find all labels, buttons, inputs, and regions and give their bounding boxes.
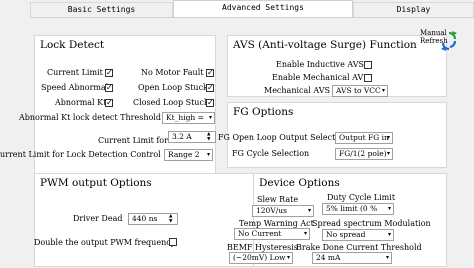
current-limit-checkbox[interactable]: ✓ bbox=[105, 69, 113, 77]
temp-warning-value: No Current bbox=[238, 229, 282, 238]
enable-inductive-avs-checkbox[interactable] bbox=[364, 61, 372, 69]
closed-loop-stuck-label: Closed Loop Stuck bbox=[133, 98, 209, 107]
current-limit-range-select[interactable]: Range 2 ▾ bbox=[164, 149, 213, 161]
enable-inductive-avs-label: Enable Inductive AVS bbox=[276, 60, 364, 69]
slew-rate-value: 120V/us bbox=[256, 206, 287, 215]
chevron-down-icon: ▾ bbox=[387, 231, 391, 238]
tab-advanced-settings[interactable]: Advanced Settings bbox=[173, 0, 353, 17]
chevron-down-icon: ▾ bbox=[386, 134, 390, 141]
spread-spectrum-label: Spread spectrum Modulation bbox=[312, 219, 431, 228]
slew-rate-label: Slew Rate bbox=[257, 195, 299, 204]
current-limit-for-lock-value: 3.2 A bbox=[172, 132, 192, 141]
chevron-down-icon: ▾ bbox=[303, 230, 307, 237]
chevron-down-icon: ▾ bbox=[286, 254, 290, 261]
fg-cycle-selection-label: FG Cycle Selection bbox=[232, 149, 310, 158]
double-pwm-frequency-checkbox[interactable] bbox=[169, 238, 177, 246]
open-loop-stuck-label: Open Loop Stuck bbox=[138, 83, 208, 92]
duty-cycle-limit-select[interactable]: 5% limit (0 % ▾ bbox=[322, 203, 394, 215]
speed-abnormal-label: Speed Abnormal bbox=[41, 83, 109, 92]
tab-display[interactable]: Display bbox=[353, 2, 474, 17]
current-limit-range-value: Range 2 bbox=[168, 150, 200, 159]
chevron-down-icon: ▾ bbox=[208, 114, 212, 121]
driver-dead-value: 440 ns bbox=[132, 214, 158, 223]
enable-mechanical-avs-checkbox[interactable] bbox=[364, 74, 372, 82]
chevron-down-icon: ▾ bbox=[206, 151, 210, 158]
current-limit-for-lock-spinbox[interactable]: 3.2 A ▲ ▼ bbox=[168, 131, 216, 143]
no-motor-fault-label: No Motor Fault bbox=[141, 68, 204, 77]
abnormal-kt-threshold-label: Abnormal Kt lock detect Threshold bbox=[19, 113, 161, 122]
closed-loop-stuck-checkbox[interactable]: ✓ bbox=[206, 99, 214, 107]
abnormal-kt-checkbox[interactable]: ✓ bbox=[105, 99, 113, 107]
abnormal-kt-threshold-select[interactable]: Kt_high = ▾ bbox=[162, 112, 215, 124]
chevron-down-icon: ▾ bbox=[387, 205, 391, 212]
refresh-icon bbox=[441, 31, 457, 51]
fg-open-loop-select-label: FG Open Loop Output Select bbox=[218, 133, 336, 142]
speed-abnormal-checkbox[interactable]: ✓ bbox=[105, 84, 113, 92]
mechanical-avs-mode-value: AVS to VCC bbox=[336, 86, 381, 95]
spread-spectrum-value: No spread bbox=[326, 230, 366, 239]
no-motor-fault-checkbox[interactable]: ✓ bbox=[206, 69, 214, 77]
fg-cycle-selection-value: FG/1(2 pole) bbox=[339, 149, 387, 158]
temp-warning-select[interactable]: No Current ▾ bbox=[234, 228, 310, 240]
brake-done-current-value: 24 mA bbox=[316, 253, 341, 262]
chevron-down-icon: ▾ bbox=[386, 150, 390, 157]
spin-arrows-icon[interactable]: ▲ ▼ bbox=[169, 214, 176, 224]
fg-open-loop-select-value: Output FG in bbox=[339, 133, 389, 142]
chevron-down-icon: ▾ bbox=[307, 207, 311, 214]
driver-dead-spinbox[interactable]: 440 ns ▲ ▼ bbox=[128, 213, 178, 225]
chevron-down-icon: ▾ bbox=[381, 87, 385, 94]
manual-refresh-button[interactable]: Manual Refresh bbox=[418, 28, 458, 54]
bemf-hysteresis-select[interactable]: (~20mV) Low ▾ bbox=[229, 252, 293, 264]
spread-spectrum-select[interactable]: No spread ▾ bbox=[322, 229, 394, 241]
mechanical-avs-mode-select[interactable]: AVS to VCC ▾ bbox=[332, 85, 388, 97]
slew-rate-select[interactable]: 120V/us ▾ bbox=[252, 205, 314, 217]
double-pwm-frequency-label: Double the output PWM frequency bbox=[34, 238, 176, 247]
bemf-hysteresis-value: (~20mV) Low bbox=[233, 253, 286, 262]
enable-mechanical-avs-label: Enable Mechanical AVS bbox=[272, 73, 369, 82]
current-limit-label: Current Limit bbox=[47, 68, 103, 77]
pwm-output-options-title: PWM output Options bbox=[40, 177, 152, 189]
abnormal-kt-label: Abnormal Kt bbox=[55, 98, 107, 107]
chevron-down-icon: ▾ bbox=[385, 254, 389, 261]
spin-arrows-icon[interactable]: ▲ ▼ bbox=[207, 132, 214, 142]
open-loop-stuck-checkbox[interactable]: ✓ bbox=[206, 84, 214, 92]
brake-done-current-select[interactable]: 24 mA ▾ bbox=[312, 252, 392, 264]
avs-title: AVS (Anti-voltage Surge) Function bbox=[233, 39, 417, 51]
advanced-settings-panel: Lock Detect Current Limit ✓ No Motor Fau… bbox=[0, 17, 474, 268]
device-options-title: Device Options bbox=[259, 177, 340, 189]
driver-dead-label: Driver Dead bbox=[73, 214, 123, 223]
current-limit-range-label: urrent Limit for Lock Detection Control bbox=[0, 150, 161, 159]
abnormal-kt-threshold-value: Kt_high = bbox=[166, 113, 204, 122]
fg-open-loop-select[interactable]: Output FG in ▾ bbox=[335, 132, 393, 144]
fg-options-title: FG Options bbox=[233, 106, 294, 118]
fg-cycle-selection-select[interactable]: FG/1(2 pole) ▾ bbox=[335, 148, 393, 160]
tab-basic-settings[interactable]: Basic Settings bbox=[30, 2, 173, 17]
duty-cycle-limit-value: 5% limit (0 % bbox=[326, 204, 378, 213]
tab-bar: Basic Settings Advanced Settings Display bbox=[0, 0, 474, 17]
lock-detect-title: Lock Detect bbox=[40, 39, 105, 51]
duty-cycle-limit-label: Duty Cycle Limit bbox=[327, 193, 396, 202]
